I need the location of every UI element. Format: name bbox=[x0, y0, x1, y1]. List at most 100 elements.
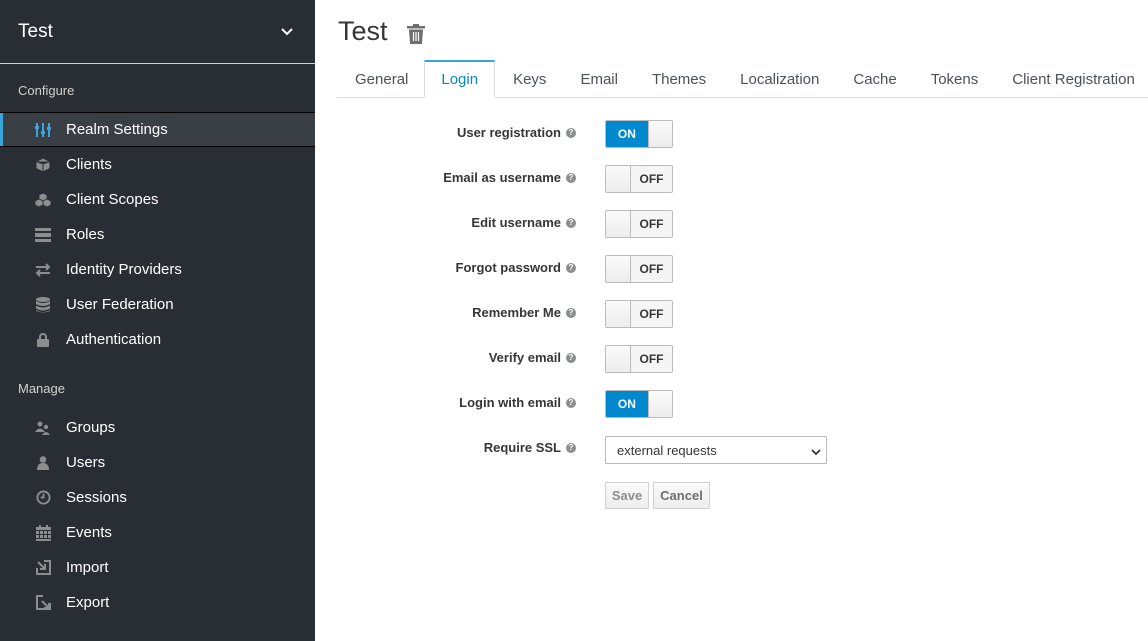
sliders-icon bbox=[34, 121, 52, 139]
cube-icon bbox=[34, 156, 52, 174]
form-row-remember-me: Remember Me ? OFF bbox=[315, 292, 1148, 337]
import-icon bbox=[34, 559, 52, 577]
form-row-email-as-username: Email as username ? OFF bbox=[315, 157, 1148, 202]
cancel-button[interactable]: Cancel bbox=[653, 482, 710, 509]
sidebar-item-label: Sessions bbox=[66, 489, 127, 506]
select-value: external requests bbox=[617, 442, 717, 458]
help-icon[interactable]: ? bbox=[566, 172, 576, 183]
tab-email[interactable]: Email bbox=[562, 60, 634, 98]
email-as-username-toggle[interactable]: OFF bbox=[605, 165, 673, 193]
field-label-text: Remember Me bbox=[472, 305, 561, 320]
realm-selector[interactable]: Test bbox=[0, 0, 315, 64]
chevron-down-icon[interactable] bbox=[280, 25, 294, 39]
sidebar-item-import[interactable]: Import bbox=[0, 550, 315, 585]
toggle-handle bbox=[647, 391, 672, 417]
field-label: User registration ? bbox=[457, 125, 576, 140]
field-label-text: Require SSL bbox=[483, 440, 561, 455]
sidebar-item-label: User Federation bbox=[66, 296, 174, 313]
help-icon[interactable]: ? bbox=[566, 217, 576, 228]
field-label: Forgot password ? bbox=[456, 260, 576, 275]
form-row-edit-username: Edit username ? OFF bbox=[315, 202, 1148, 247]
chevron-down-icon bbox=[811, 445, 821, 456]
help-icon[interactable]: ? bbox=[566, 127, 576, 138]
tab-localization[interactable]: Localization bbox=[722, 60, 835, 98]
cubes-icon bbox=[34, 191, 52, 209]
realm-tabs: General Login Keys Email Themes Localiza… bbox=[337, 60, 1148, 98]
forgot-password-toggle[interactable]: OFF bbox=[605, 255, 673, 283]
help-icon[interactable]: ? bbox=[566, 307, 576, 318]
section-label-configure: Configure bbox=[18, 83, 75, 98]
sidebar-item-users[interactable]: Users bbox=[0, 445, 315, 480]
trash-icon[interactable] bbox=[406, 23, 426, 45]
save-button[interactable]: Save bbox=[605, 482, 649, 509]
help-icon[interactable]: ? bbox=[566, 442, 576, 453]
toggle-state-label: OFF bbox=[631, 256, 672, 282]
realm-name: Test bbox=[18, 20, 53, 42]
field-label-text: User registration bbox=[456, 125, 561, 140]
tab-tokens[interactable]: Tokens bbox=[913, 60, 995, 98]
sidebar-item-identity-providers[interactable]: Identity Providers bbox=[0, 252, 315, 287]
configure-nav: Realm Settings Clients Client Scopes Rol… bbox=[0, 112, 315, 357]
form-row-require-ssl: Require SSL ? external requests bbox=[315, 427, 1148, 472]
sidebar-item-clients[interactable]: Clients bbox=[0, 147, 315, 182]
form-actions: Save Cancel bbox=[605, 482, 710, 509]
lock-icon bbox=[34, 331, 52, 349]
toggle-handle bbox=[647, 121, 672, 147]
tab-login[interactable]: Login bbox=[424, 60, 496, 98]
sidebar-item-label: Client Scopes bbox=[66, 191, 159, 208]
manage-nav: Groups Users Sessions Events Import Expo… bbox=[0, 410, 315, 620]
sidebar-item-export[interactable]: Export bbox=[0, 585, 315, 620]
users-icon bbox=[34, 419, 52, 437]
toggle-handle bbox=[606, 166, 631, 192]
main-content: Test General Login Keys Email Themes Loc… bbox=[315, 0, 1148, 641]
tab-general[interactable]: General bbox=[337, 60, 424, 98]
sidebar-item-roles[interactable]: Roles bbox=[0, 217, 315, 252]
calendar-icon bbox=[34, 524, 52, 542]
toggle-state-label: OFF bbox=[631, 211, 672, 237]
sidebar-item-events[interactable]: Events bbox=[0, 515, 315, 550]
tab-client-registration[interactable]: Client Registration bbox=[994, 60, 1148, 98]
form-row-login-with-email: Login with email ? ON bbox=[315, 382, 1148, 427]
login-settings-form: User registration ? ON Email as username… bbox=[315, 112, 1148, 509]
sidebar-item-user-federation[interactable]: User Federation bbox=[0, 287, 315, 322]
sidebar-item-groups[interactable]: Groups bbox=[0, 410, 315, 445]
login-with-email-toggle[interactable]: ON bbox=[605, 390, 673, 418]
sidebar-item-label: Authentication bbox=[66, 331, 162, 348]
verify-email-toggle[interactable]: OFF bbox=[605, 345, 673, 373]
field-label-text: Email as username bbox=[443, 170, 561, 185]
sidebar-item-label: Roles bbox=[66, 226, 105, 243]
sidebar-item-realm-settings[interactable]: Realm Settings bbox=[0, 112, 315, 147]
help-icon[interactable]: ? bbox=[566, 352, 576, 363]
require-ssl-select[interactable]: external requests bbox=[605, 436, 827, 464]
field-label: Login with email ? bbox=[459, 395, 576, 410]
toggle-handle bbox=[606, 211, 631, 237]
sidebar: Test Configure Realm Settings Clients Cl… bbox=[0, 0, 315, 641]
tab-keys[interactable]: Keys bbox=[495, 60, 562, 98]
sidebar-item-client-scopes[interactable]: Client Scopes bbox=[0, 182, 315, 217]
edit-username-toggle[interactable]: OFF bbox=[605, 210, 673, 238]
tab-themes[interactable]: Themes bbox=[634, 60, 722, 98]
exchange-icon bbox=[34, 261, 52, 279]
help-icon[interactable]: ? bbox=[566, 397, 576, 408]
help-icon[interactable]: ? bbox=[566, 262, 576, 273]
sidebar-item-label: Groups bbox=[66, 419, 116, 436]
toggle-state-label: OFF bbox=[631, 346, 672, 372]
database-icon bbox=[34, 296, 52, 314]
form-row-user-registration: User registration ? ON bbox=[315, 112, 1148, 157]
remember-me-toggle[interactable]: OFF bbox=[605, 300, 673, 328]
toggle-handle bbox=[606, 301, 631, 327]
page-header: Test bbox=[338, 16, 426, 47]
user-registration-toggle[interactable]: ON bbox=[605, 120, 673, 148]
sidebar-item-sessions[interactable]: Sessions bbox=[0, 480, 315, 515]
tab-cache[interactable]: Cache bbox=[835, 60, 912, 98]
field-label-text: Verify email bbox=[488, 350, 561, 365]
field-label: Require SSL ? bbox=[484, 440, 576, 455]
toggle-state-label: ON bbox=[606, 391, 648, 417]
sidebar-item-label: Clients bbox=[66, 156, 112, 173]
sidebar-item-label: Realm Settings bbox=[66, 121, 168, 138]
form-row-verify-email: Verify email ? OFF bbox=[315, 337, 1148, 382]
toggle-handle bbox=[606, 346, 631, 372]
section-label-manage: Manage bbox=[18, 381, 65, 396]
clock-icon bbox=[34, 489, 52, 507]
sidebar-item-authentication[interactable]: Authentication bbox=[0, 322, 315, 357]
